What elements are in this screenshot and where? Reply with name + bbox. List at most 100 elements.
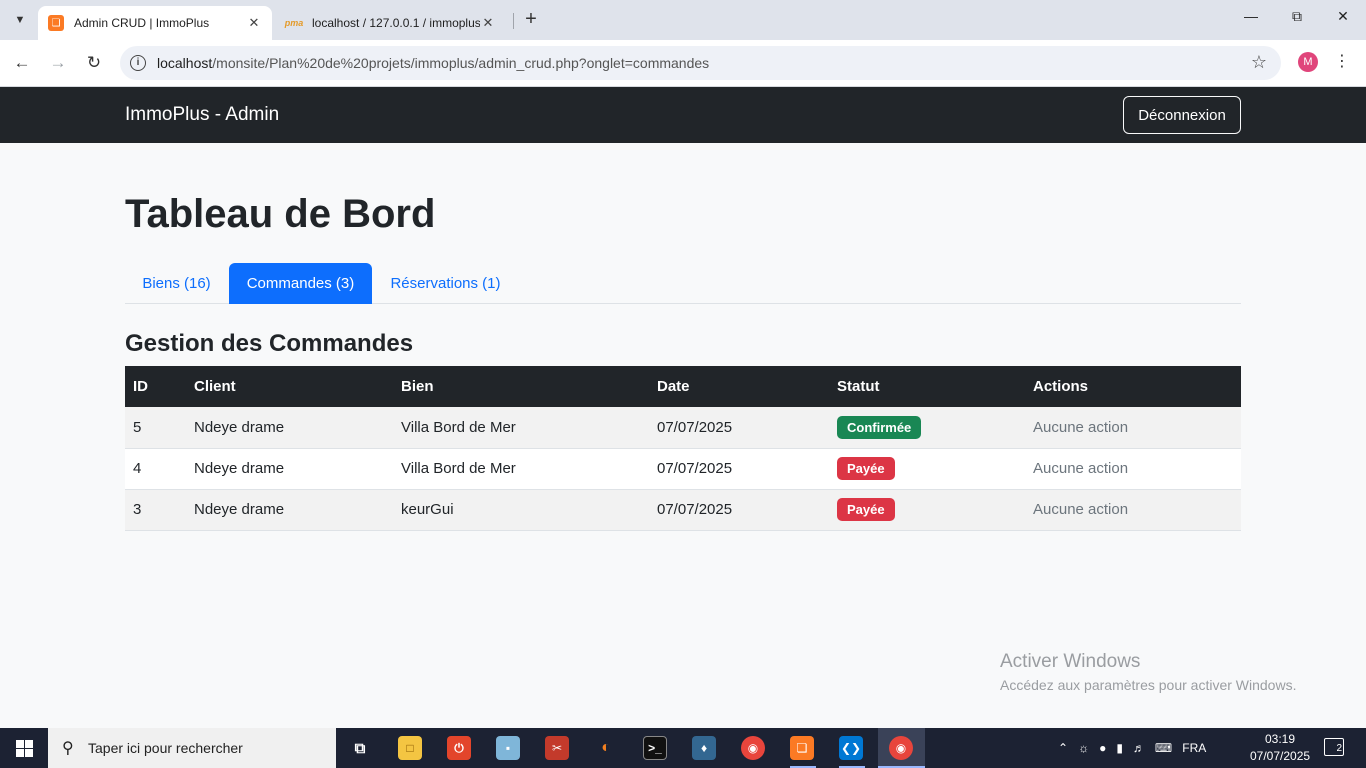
bookmark-star-icon[interactable]: ☆ — [1251, 52, 1267, 73]
cell-actions: Aucune action — [1033, 501, 1129, 518]
cell-date: 07/07/2025 — [657, 418, 733, 436]
status-badge: Payée — [837, 457, 895, 480]
browser-tab-admin[interactable]: ❏ Admin CRUD | ImmoPlus ✕ — [38, 6, 272, 40]
arrow-left-icon: ← — [13, 53, 31, 72]
browser-toolbar: ← → ↻ i localhost/monsite/Plan%20de%20pr… — [0, 40, 1366, 87]
orders-table: ID Client Bien Date Statut Actions 5 Nde… — [125, 366, 1241, 531]
minimize-button[interactable]: — — [1228, 8, 1274, 32]
cell-statut: Payée — [829, 448, 1025, 489]
notification-count: 2 — [1336, 743, 1342, 754]
taskbar-search[interactable]: ⚲ Taper ici pour rechercher — [48, 728, 336, 768]
search-icon: ⚲ — [62, 740, 74, 757]
camera-icon[interactable]: ● — [1099, 741, 1106, 755]
profile-avatar[interactable]: M — [1298, 52, 1318, 72]
close-tab-icon[interactable]: ✕ — [246, 15, 262, 31]
column-header-actions: Actions — [1033, 378, 1089, 395]
table-header-row: ID Client Bien Date Statut Actions — [125, 366, 1241, 407]
page-title: Tableau de Bord — [125, 192, 436, 236]
cell-statut: Payée — [829, 489, 1025, 530]
eclipse-icon[interactable]: ◐ — [594, 736, 618, 760]
notes-app-icon[interactable]: ▪ — [496, 736, 520, 760]
plus-icon: + — [525, 8, 537, 30]
close-window-button[interactable]: ✕ — [1320, 8, 1366, 32]
windows-logo-icon — [15, 739, 33, 757]
table-row: 5 Ndeye drame Villa Bord de Mer 07/07/20… — [125, 407, 1241, 448]
xampp-icon[interactable]: ❏ — [790, 736, 814, 760]
snipping-tool-icon[interactable]: ✂ — [545, 736, 569, 760]
language-indicator[interactable]: FRA — [1182, 741, 1206, 755]
browser-tabstrip: ▼ ❏ Admin CRUD | ImmoPlus ✕ pma localhos… — [0, 0, 1366, 40]
restore-button[interactable]: ⧉ — [1274, 8, 1320, 32]
reload-icon: ↻ — [86, 53, 102, 72]
tab-title: Admin CRUD | ImmoPlus — [74, 16, 210, 30]
phpmyadmin-favicon-icon: pma — [284, 18, 304, 28]
arrow-right-icon: → — [49, 53, 67, 72]
postgresql-icon[interactable]: ♦ — [692, 736, 716, 760]
terminal-icon[interactable]: >_ — [643, 736, 667, 760]
forward-button[interactable]: → — [46, 51, 70, 75]
cell-id: 4 — [133, 460, 142, 477]
volume-icon[interactable]: ♬ — [1133, 741, 1145, 755]
table-row: 4 Ndeye drame Villa Bord de Mer 07/07/20… — [125, 448, 1241, 489]
search-placeholder: Taper ici pour rechercher — [88, 740, 243, 756]
tab-commandes[interactable]: Commandes (3) — [229, 263, 372, 304]
reload-button[interactable]: ↻ — [82, 51, 106, 75]
browser-tab-phpmyadmin[interactable]: pma localhost / 127.0.0.1 / immoplus ✕ — [276, 6, 506, 40]
logout-button[interactable]: Déconnexion — [1123, 96, 1241, 134]
watermark-title: Activer Windows — [1000, 651, 1141, 672]
network-icon[interactable]: ☼ — [1078, 741, 1089, 755]
cell-actions: Aucune action — [1033, 418, 1129, 436]
app-navbar: ImmoPlus - Admin Déconnexion — [0, 87, 1366, 143]
chevron-up-icon[interactable]: ⌃ — [1058, 741, 1068, 755]
address-bar[interactable]: i localhost/monsite/Plan%20de%20projets/… — [120, 46, 1281, 80]
cell-client: Ndeye drame — [194, 501, 285, 518]
cell-bien: Villa Bord de Mer — [401, 460, 516, 477]
cell-id: 3 — [133, 501, 142, 518]
new-tab-button[interactable]: + — [520, 9, 542, 31]
cell-client: Ndeye drame — [194, 460, 285, 477]
clock-time: 03:19 — [1264, 732, 1296, 746]
taskbar-clock[interactable]: 03:19 07/07/2025 — [1250, 731, 1310, 765]
chrome-profile-icon[interactable]: ◉ — [889, 736, 913, 760]
windows-taskbar: ⚲ Taper ici pour rechercher ⧉ □ ⏻ ▪ ✂ ◐ … — [0, 728, 1366, 768]
tab-search-button[interactable]: ▼ — [8, 8, 32, 32]
cell-client: Ndeye drame — [194, 418, 285, 436]
close-icon: ✕ — [1337, 8, 1349, 24]
cell-actions: Aucune action — [1033, 460, 1129, 477]
tab-biens[interactable]: Biens (16) — [125, 263, 228, 304]
browser-menu-icon[interactable]: ⋮ — [1334, 51, 1350, 71]
restore-icon: ⧉ — [1292, 8, 1302, 24]
status-badge: Payée — [837, 498, 895, 521]
column-header-statut: Statut — [837, 378, 880, 395]
vscode-icon[interactable]: ❮❯ — [839, 736, 863, 760]
chrome-icon[interactable]: ◉ — [741, 736, 765, 760]
app-power-icon[interactable]: ⏻ — [447, 736, 471, 760]
column-header-date: Date — [657, 378, 690, 395]
tab-divider — [513, 13, 514, 29]
back-button[interactable]: ← — [10, 51, 34, 75]
system-tray: ⌃ ☼ ● ▮ ♬ ⌨ FRA — [1058, 728, 1206, 768]
url-path: /monsite/Plan%20de%20projets/immoplus/ad… — [212, 55, 710, 71]
url-host: localhost — [157, 55, 213, 71]
status-badge: Confirmée — [837, 415, 922, 439]
close-tab-icon[interactable]: ✕ — [480, 15, 496, 31]
info-icon[interactable]: i — [130, 55, 146, 71]
start-button[interactable] — [0, 728, 48, 768]
tab-reservations[interactable]: Réservations (1) — [373, 263, 518, 304]
notification-center-icon[interactable]: 2 — [1324, 738, 1344, 756]
clock-date: 07/07/2025 — [1250, 749, 1311, 763]
cell-statut: Confirmée — [829, 407, 1025, 448]
watermark-subtitle: Accédez aux paramètres pour activer Wind… — [1000, 677, 1297, 693]
column-header-client: Client — [194, 378, 236, 395]
cell-bien: Villa Bord de Mer — [401, 418, 516, 436]
xampp-favicon-icon: ❏ — [48, 15, 64, 31]
column-header-bien: Bien — [401, 378, 434, 395]
file-explorer-icon[interactable]: □ — [398, 736, 422, 760]
dashboard-tabs: Biens (16) Commandes (3) Réservations (1… — [125, 263, 1241, 304]
task-view-icon[interactable]: ⧉ — [348, 736, 372, 760]
column-header-id: ID — [133, 378, 148, 395]
navbar-brand[interactable]: ImmoPlus - Admin — [125, 104, 279, 126]
battery-icon[interactable]: ▮ — [1116, 741, 1123, 755]
keyboard-icon[interactable]: ⌨ — [1155, 741, 1172, 755]
cell-date: 07/07/2025 — [657, 460, 733, 477]
